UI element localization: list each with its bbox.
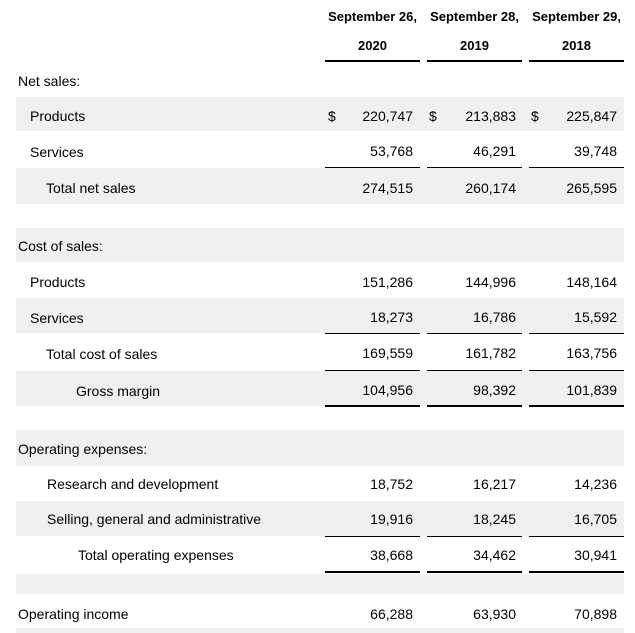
value-2018: 163,756 (566, 345, 617, 361)
currency-symbol: $ (328, 108, 336, 124)
table-row-total-cost-of-sales: Total cost of sales 169,559 161,782 163,… (16, 334, 624, 370)
currency-symbol: $ (429, 108, 437, 124)
column-header-2020-line1: September 26, (328, 9, 417, 24)
row-label: Total cost of sales (46, 346, 158, 362)
table-row-total-operating-expenses: Total operating expenses 38,668 34,462 3… (16, 537, 624, 572)
value-2020: 274,515 (362, 180, 413, 196)
value-2020: 151,286 (362, 274, 413, 290)
table-row-selling-general-administrative: Selling, general and administrative 19,9… (16, 501, 624, 536)
value-2019: 46,291 (473, 143, 516, 159)
total-underline-2020 (325, 405, 420, 407)
row-label: Research and development (47, 476, 219, 492)
table-row-cost-products: Products 151,286 144,996 148,164 (16, 262, 624, 298)
column-header-2019: September 28, 2019 (427, 9, 522, 53)
total-underline-2018 (529, 571, 624, 573)
value-2019: 260,174 (465, 180, 516, 196)
value-2020: 18,752 (370, 476, 413, 492)
total-underline-2019 (427, 571, 522, 573)
value-2020: 169,559 (362, 345, 413, 361)
value-2020: 19,916 (370, 511, 413, 527)
table-row-operating-income: Operating income 66,288 63,930 70,898 (16, 598, 624, 628)
table-row-net-sales-products: Products $ 220,747 $ 213,883 $ 225,847 (16, 97, 624, 131)
column-header-2019-line2: 2019 (460, 38, 489, 53)
row-label: Total operating expenses (78, 547, 234, 563)
currency-symbol: $ (531, 108, 539, 124)
value-2018: 101,839 (566, 382, 617, 398)
value-2019: 63,930 (473, 606, 516, 622)
table-row-gross-margin: Gross margin 104,956 98,392 101,839 (16, 371, 624, 406)
value-2018: 16,705 (574, 511, 617, 527)
section-title-operating-expenses: Operating expenses: (18, 441, 148, 457)
table-row-total-net-sales: Total net sales 274,515 260,174 265,595 (16, 168, 624, 204)
row-label: Services (30, 144, 84, 160)
column-header-2019-line1: September 28, (430, 9, 519, 24)
value-2020: 220,747 (362, 108, 413, 124)
spacer-row (16, 574, 624, 594)
value-2019: 34,462 (473, 547, 516, 563)
bottom-shade-strip (16, 628, 624, 633)
header-underline-2020 (325, 60, 420, 62)
row-label: Products (30, 274, 86, 290)
value-2018: 39,748 (574, 143, 617, 159)
table-row-research-and-development: Research and development 18,752 16,217 1… (16, 466, 624, 501)
value-2020: 104,956 (362, 382, 413, 398)
value-2018: 148,164 (566, 274, 617, 290)
value-2019: 144,996 (465, 274, 516, 290)
table-row-net-sales-services: Services 53,768 46,291 39,748 (16, 131, 624, 168)
column-header-2018-line1: September 29, (532, 9, 621, 24)
value-2020: 66,288 (370, 606, 413, 622)
column-header-2018: September 29, 2018 (529, 9, 624, 53)
value-2019: 18,245 (473, 511, 516, 527)
value-2018: 70,898 (574, 606, 617, 622)
value-2019: 161,782 (465, 345, 516, 361)
value-2018: 30,941 (574, 547, 617, 563)
value-2019: 213,883 (465, 108, 516, 124)
value-2018: 265,595 (566, 180, 617, 196)
row-label: Products (30, 108, 86, 124)
value-2020: 18,273 (370, 309, 413, 325)
row-label: Total net sales (46, 180, 136, 196)
row-label: Selling, general and administrative (47, 511, 262, 527)
row-label: Operating income (18, 606, 129, 622)
table-row-cost-services: Services 18,273 16,786 15,592 (16, 298, 624, 333)
value-2018: 15,592 (574, 309, 617, 325)
total-underline-2019 (427, 405, 522, 407)
value-2018: 14,236 (574, 476, 617, 492)
total-underline-2020 (325, 571, 420, 573)
value-2020: 53,768 (370, 143, 413, 159)
value-2018: 225,847 (566, 108, 617, 124)
header-underline-2019 (427, 60, 522, 62)
header-underline-2018 (529, 60, 624, 62)
row-label: Services (30, 310, 84, 326)
value-2020: 38,668 (370, 547, 413, 563)
row-label: Gross margin (76, 383, 161, 399)
value-2019: 98,392 (473, 382, 516, 398)
column-header-2020-line2: 2020 (358, 38, 387, 53)
column-header-2020: September 26, 2020 (325, 9, 420, 53)
column-header-2018-line2: 2018 (562, 38, 591, 53)
value-2019: 16,217 (473, 476, 516, 492)
section-title-cost-of-sales: Cost of sales: (18, 238, 103, 254)
total-underline-2018 (529, 405, 624, 407)
value-2019: 16,786 (473, 309, 516, 325)
section-title-net-sales: Net sales: (18, 73, 81, 89)
